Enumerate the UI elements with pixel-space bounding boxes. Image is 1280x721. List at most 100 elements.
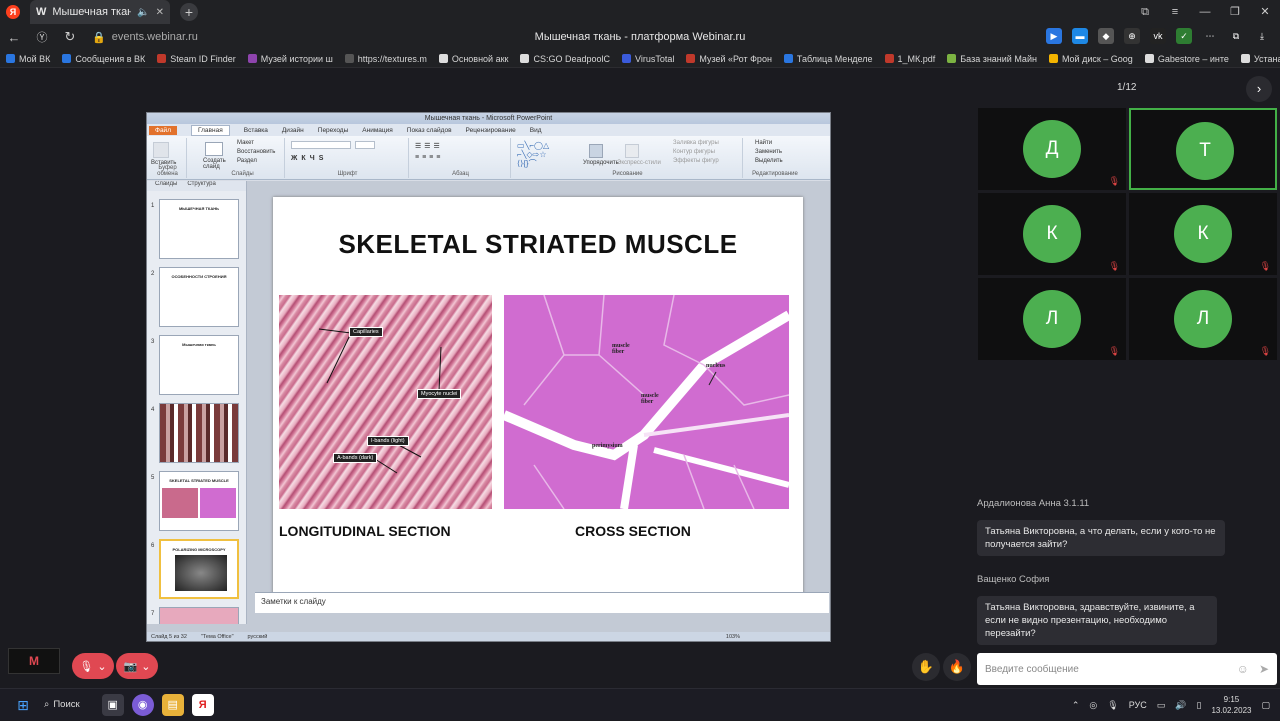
- vk-icon[interactable]: vk: [1150, 28, 1166, 44]
- select-button[interactable]: Выделить: [755, 158, 783, 164]
- font-size-select[interactable]: [355, 141, 375, 149]
- slide-thumbnail[interactable]: ОСОБЕННОСТИ СТРОЕНИЯ: [159, 267, 239, 327]
- yandex-browser-taskbar-icon[interactable]: Я: [191, 693, 214, 716]
- ppt-tab[interactable]: Анимация: [362, 127, 393, 134]
- ppt-tab[interactable]: Показ слайдов: [407, 127, 452, 134]
- speaker-icon[interactable]: 🔈: [137, 7, 149, 18]
- extension-icon[interactable]: ⊕: [1124, 28, 1140, 44]
- ppt-tab[interactable]: Главная: [190, 124, 230, 136]
- align-buttons[interactable]: ≡≡≡≡: [415, 154, 443, 161]
- clock[interactable]: 9:15 13.02.2023: [1211, 694, 1251, 716]
- shape-outline-button[interactable]: Контур фигуры: [673, 149, 715, 155]
- emoji-icon[interactable]: ☺: [1237, 662, 1249, 676]
- slide-notes[interactable]: Заметки к слайду: [255, 592, 829, 613]
- chat-input[interactable]: Введите сообщение ☺ ➤: [977, 653, 1277, 685]
- bookmark-item[interactable]: https://textures.m: [339, 54, 433, 64]
- close-window-button[interactable]: ✕: [1250, 0, 1280, 24]
- slide-thumbnail[interactable]: [159, 403, 239, 463]
- participant-tile[interactable]: Л 🎙: [978, 278, 1126, 360]
- participant-tile[interactable]: Л 🎙: [1129, 278, 1277, 360]
- send-icon[interactable]: ➤: [1259, 662, 1269, 676]
- tab-slides[interactable]: Слайды: [155, 181, 177, 191]
- download-icon[interactable]: ⤓: [1254, 28, 1270, 44]
- font-format-buttons[interactable]: ЖКЧS: [291, 155, 327, 162]
- new-tab-button[interactable]: +: [180, 3, 198, 21]
- reset-button[interactable]: Восстановить: [237, 149, 275, 155]
- paste-icon[interactable]: [153, 142, 169, 158]
- bookmark-item[interactable]: Сообщения в ВК: [56, 54, 151, 64]
- extension-icon[interactable]: ▬: [1072, 28, 1088, 44]
- shapes-gallery[interactable]: ▭╲⌐◯△ ⌐╲◇⇨☆ ⟨⟩{}⌒: [517, 141, 583, 169]
- arrange-icon[interactable]: [589, 144, 603, 158]
- bookmark-item[interactable]: Gabestore – инте: [1139, 54, 1235, 64]
- bookmark-item[interactable]: Steam ID Finder: [151, 54, 242, 64]
- participant-tile[interactable]: К 🎙: [1129, 193, 1277, 275]
- volume-icon[interactable]: 🔊: [1175, 700, 1186, 711]
- tab-outline[interactable]: Структура: [187, 181, 215, 191]
- language-indicator[interactable]: РУС: [1129, 700, 1147, 710]
- chevron-up-icon[interactable]: ⌃: [1072, 700, 1080, 711]
- replace-button[interactable]: Заменить: [755, 149, 782, 155]
- slide-thumbnail[interactable]: МЫШЕЧНАЯ ТКАНЬ: [159, 199, 239, 259]
- bookmark-item[interactable]: 1_МК.pdf: [879, 54, 942, 64]
- bookmark-item[interactable]: Музей «Рот Фрон: [680, 54, 778, 64]
- slide-thumbnail[interactable]: SKELETAL STRIATED MUSCLE: [159, 471, 239, 531]
- bookmark-item[interactable]: Мой ВК: [0, 54, 56, 64]
- windows-start-icon[interactable]: ⊞: [12, 694, 34, 716]
- quick-styles-icon[interactable]: [625, 144, 639, 158]
- new-slide-icon[interactable]: [205, 142, 223, 156]
- next-page-button[interactable]: ›: [1246, 76, 1272, 102]
- ppt-tab[interactable]: Переходы: [318, 127, 349, 134]
- close-tab-icon[interactable]: ✕: [156, 7, 164, 18]
- bookmark-item[interactable]: VirusTotal: [616, 54, 680, 64]
- status-zoom[interactable]: 103%: [726, 634, 740, 640]
- raise-hand-button[interactable]: ✋: [912, 653, 940, 681]
- taskbar-search[interactable]: ⌕ Поиск: [44, 699, 80, 710]
- menu-icon[interactable]: ≡: [1160, 0, 1190, 24]
- bookmark-item[interactable]: Мой диск – Goog: [1043, 54, 1139, 64]
- bookmark-icon[interactable]: ⧉: [1228, 28, 1244, 44]
- current-slide[interactable]: SKELETAL STRIATED MUSCLE Capillaries Myo…: [273, 197, 803, 595]
- quick-styles-button[interactable]: Экспресс-стили: [617, 160, 661, 166]
- participant-tile[interactable]: Д 🎙: [978, 108, 1126, 190]
- shape-effects-button[interactable]: Эффекты фигур: [673, 158, 719, 164]
- app-icon[interactable]: ◉: [131, 693, 154, 716]
- slide-thumbnail[interactable]: POLARIZING MICROSCOPY: [159, 539, 239, 599]
- battery-icon[interactable]: ▯: [1196, 700, 1201, 711]
- browser-tab-active[interactable]: W Мышечная ткань - п 🔈 ✕: [30, 0, 170, 24]
- bookmark-item[interactable]: Таблица Менделе: [778, 54, 879, 64]
- file-explorer-icon[interactable]: ▤: [161, 693, 184, 716]
- ppt-tab[interactable]: Вставка: [244, 127, 268, 134]
- participant-tile[interactable]: Т: [1129, 108, 1277, 190]
- minimize-button[interactable]: —: [1190, 0, 1220, 24]
- ppt-tab[interactable]: Дизайн: [282, 127, 304, 134]
- mic-icon[interactable]: 🎙: [1107, 700, 1118, 711]
- participant-tile[interactable]: К 🎙: [978, 193, 1126, 275]
- bookmark-item[interactable]: Музей истории ш: [242, 54, 339, 64]
- slide-thumbnail[interactable]: Мышечная ткань: [159, 335, 239, 395]
- network-icon[interactable]: ▭: [1157, 700, 1166, 711]
- bookmark-item[interactable]: CS:GO DeadpoolC: [514, 54, 616, 64]
- notifications-icon[interactable]: ▢: [1261, 700, 1270, 711]
- tabs-list-icon[interactable]: ⧉: [1130, 0, 1160, 24]
- list-buttons[interactable]: ☰☰☰: [415, 142, 443, 150]
- find-button[interactable]: Найти: [755, 140, 772, 146]
- task-view-icon[interactable]: ▣: [101, 693, 124, 716]
- ppt-tab[interactable]: Вид: [530, 127, 542, 134]
- ppt-tab[interactable]: Файл: [149, 125, 177, 135]
- bookmark-item[interactable]: Устанавливаемые: [1235, 54, 1280, 64]
- arrange-button[interactable]: Упорядочить: [583, 160, 619, 166]
- bookmark-item[interactable]: База знаний Майн: [941, 54, 1043, 64]
- shape-fill-button[interactable]: Заливка фигуры: [673, 140, 719, 146]
- microphone-toggle-button[interactable]: 🎙 ⌄: [72, 653, 114, 679]
- section-button[interactable]: Раздел: [237, 158, 257, 164]
- yandex-browser-icon[interactable]: Я: [6, 5, 20, 19]
- shield-icon[interactable]: ✓: [1176, 28, 1192, 44]
- new-slide-button[interactable]: Создать слайд: [203, 158, 231, 170]
- more-icon[interactable]: ⋯: [1202, 28, 1218, 44]
- camera-toggle-button[interactable]: 📷 ⌄: [116, 653, 158, 679]
- maximize-button[interactable]: ❐: [1220, 0, 1250, 24]
- bookmark-item[interactable]: Основной акк: [433, 54, 515, 64]
- ppt-tab[interactable]: Рецензирование: [466, 127, 516, 134]
- extension-icon[interactable]: ▶: [1046, 28, 1062, 44]
